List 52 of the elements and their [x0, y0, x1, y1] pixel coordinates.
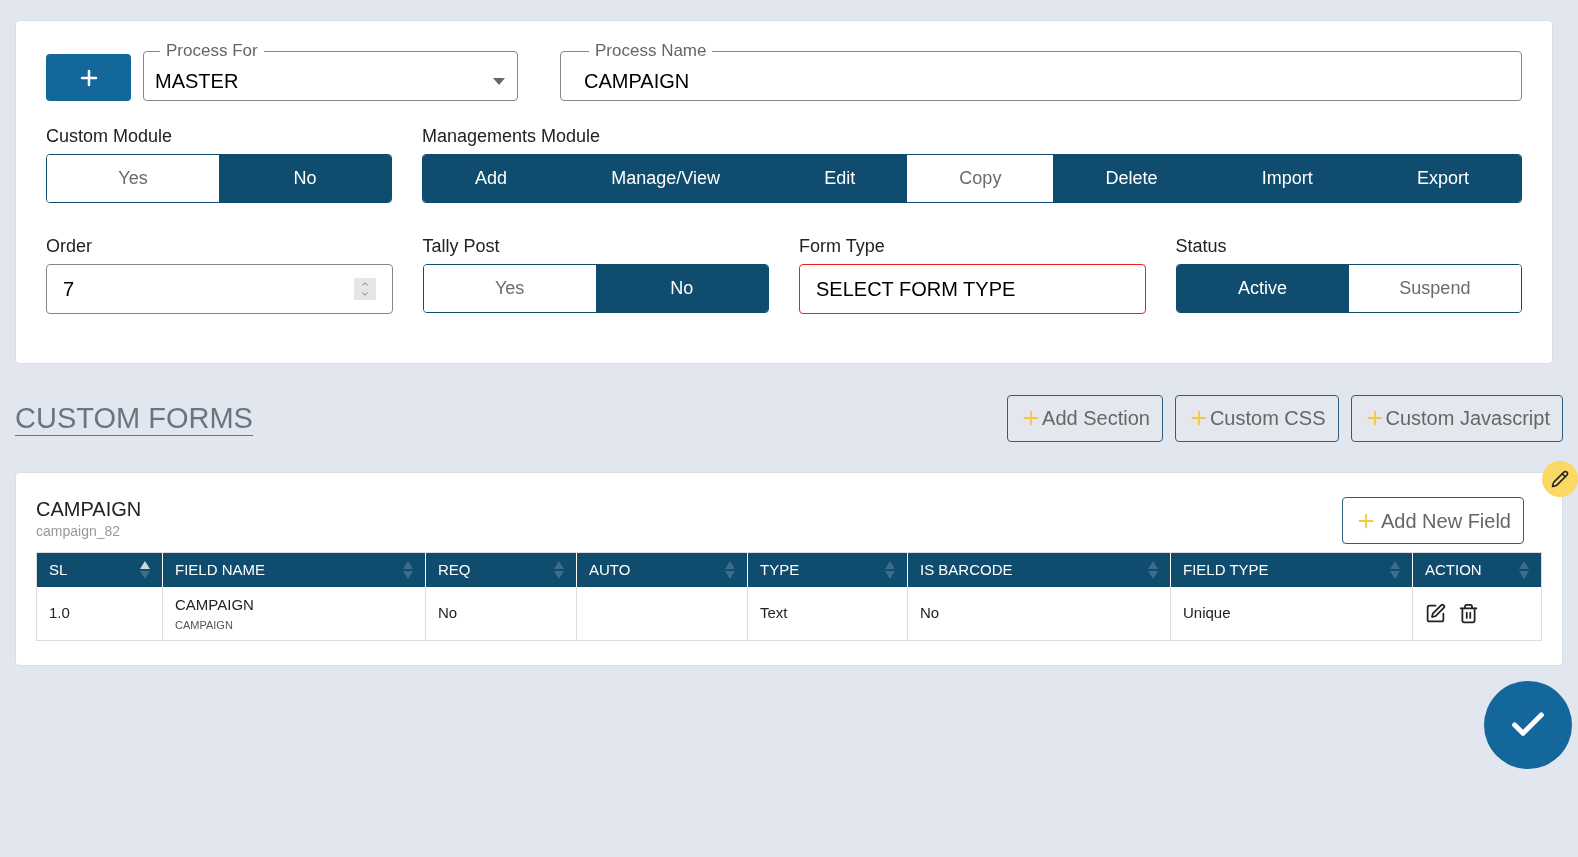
column-header[interactable]: SL [37, 553, 163, 587]
field-value: SELECT FORM TYPE [816, 277, 1016, 302]
toolbar-button[interactable]: Add Section [1007, 394, 1163, 442]
caret-icon [493, 77, 505, 85]
segment-option[interactable]: Edit [772, 155, 908, 202]
add-button[interactable] [46, 54, 131, 101]
section-key: campaign_82 [36, 521, 142, 542]
table-cell: CAMPAIGN CAMPAIGN [163, 587, 426, 640]
column-header[interactable]: IS BARCODE [908, 553, 1171, 587]
table-cell: No [908, 587, 1171, 640]
spinner-icon[interactable] [353, 278, 376, 300]
column-header[interactable]: ACTION [1413, 553, 1541, 587]
column-header[interactable]: FIELD TYPE [1171, 553, 1413, 587]
toolbar-button[interactable]: Custom Javascript [1350, 394, 1563, 442]
field-value: CAMPAIGN [583, 69, 691, 94]
table-cell: Unique [1171, 587, 1413, 640]
field-key: CAMPAIGN [175, 616, 413, 633]
field-value: MASTER [154, 69, 240, 94]
segment-option[interactable]: No [595, 265, 768, 312]
section-title: CAMPAIGN [36, 497, 142, 521]
segment-option[interactable]: Active [1176, 265, 1349, 312]
field-label: Process Name [594, 40, 708, 62]
segment-option[interactable]: Manage/View [559, 155, 773, 202]
sort-icon[interactable] [140, 561, 150, 579]
column-header[interactable]: REQ [426, 553, 577, 587]
edit-badge-icon[interactable] [1542, 461, 1578, 497]
field-label: Custom Module [46, 125, 174, 148]
edit-icon[interactable] [1425, 603, 1446, 624]
table-cell: Text [748, 587, 908, 640]
column-header[interactable]: FIELD NAME [163, 553, 426, 587]
add-field-button[interactable]: Add New Field [1341, 497, 1524, 544]
field-label: Status [1175, 235, 1228, 258]
delete-icon[interactable] [1458, 603, 1479, 624]
column-header[interactable]: TYPE [748, 553, 908, 587]
field-label: Form Type [799, 235, 886, 258]
table-cell: 1.0 [37, 587, 163, 640]
table-cell: No [426, 587, 577, 640]
number-input[interactable]: 7 [46, 264, 393, 314]
section-heading: CUSTOM FORMS [15, 400, 253, 436]
field-value: 7 [63, 277, 75, 302]
segment-option[interactable]: No [219, 155, 391, 202]
segment-option[interactable]: Delete [1053, 155, 1210, 202]
field-label: Managements Module [422, 125, 602, 148]
select-field[interactable]: SELECT FORM TYPE [799, 264, 1146, 314]
field-label: Tally Post [422, 235, 501, 258]
field-label: Process For [165, 40, 259, 62]
field-label: Order [46, 235, 93, 258]
segment-option[interactable]: Import [1209, 155, 1365, 202]
column-header[interactable]: AUTO [577, 553, 748, 587]
toolbar-button[interactable]: Custom CSS [1174, 394, 1339, 442]
segment-option[interactable]: Add [423, 155, 560, 202]
segment-option[interactable]: Export [1364, 155, 1521, 202]
